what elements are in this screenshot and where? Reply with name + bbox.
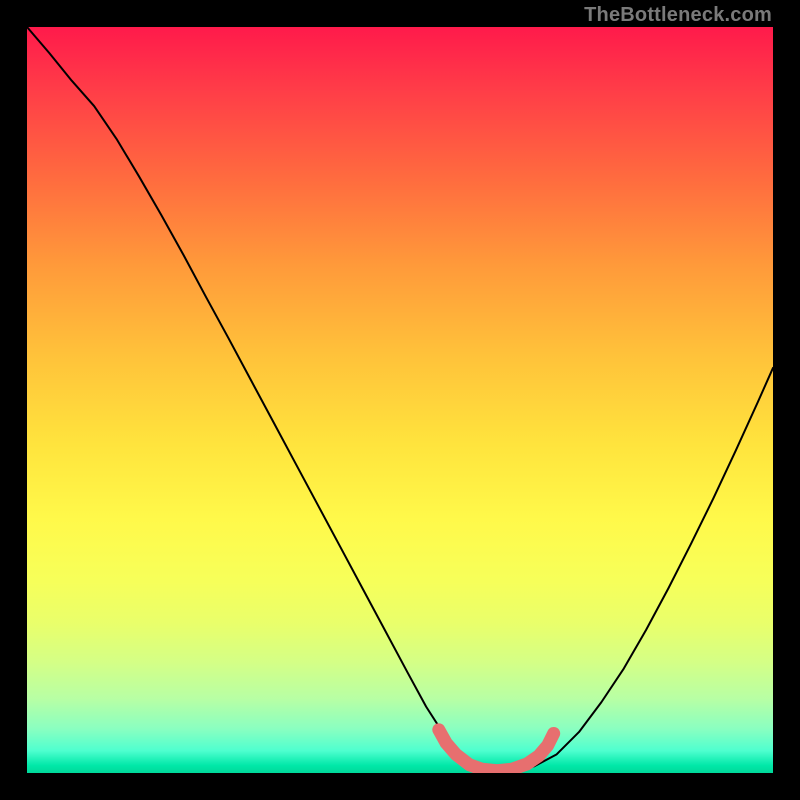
chart-svg — [27, 27, 773, 773]
bottleneck-curve — [27, 27, 773, 771]
watermark-text: TheBottleneck.com — [584, 4, 772, 27]
chart-frame: TheBottleneck.com — [0, 0, 800, 800]
plot-area — [27, 27, 773, 773]
sweet-spot-band — [439, 730, 554, 771]
